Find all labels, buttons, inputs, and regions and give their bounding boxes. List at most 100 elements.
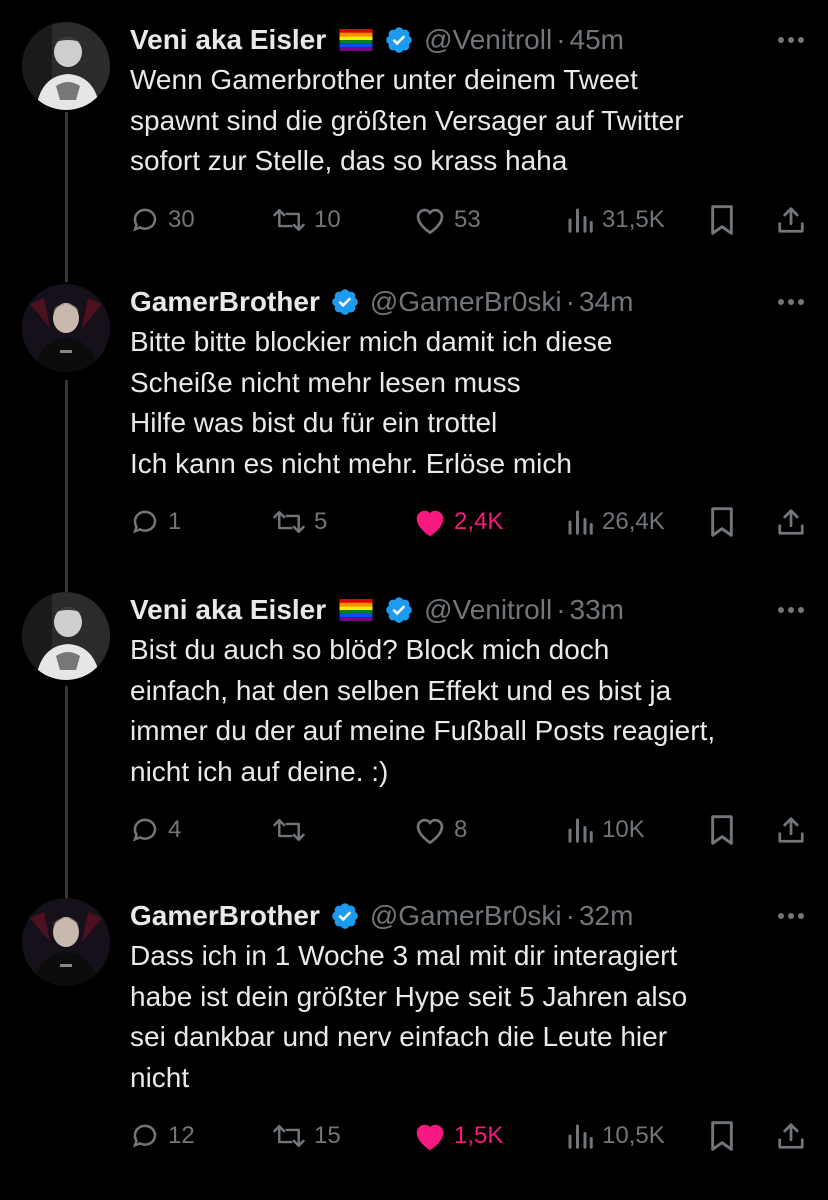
user-handle[interactable]: @Venitroll: [424, 24, 552, 56]
tweet-text-line: sofort zur Stelle, das so krass haha: [130, 145, 568, 176]
more-options-icon[interactable]: [776, 294, 806, 305]
tweet-actions: 1 5 2,4K 26,4K: [130, 504, 810, 540]
tweet[interactable]: GamerBrother @GamerBr0ski · 32m Dass ich in …: [0, 898, 828, 1158]
separator-dot: ·: [565, 900, 575, 931]
like-button[interactable]: 1,5K: [414, 1118, 503, 1154]
display-name[interactable]: GamerBrother: [130, 286, 320, 318]
bookmark-button[interactable]: [708, 202, 736, 238]
share-button[interactable]: [776, 812, 806, 848]
user-handle[interactable]: @Venitroll: [424, 594, 552, 626]
tweet-header: Veni aka Eisler @Venitroll · 45m: [130, 22, 624, 58]
views-button[interactable]: 26,4K: [566, 504, 665, 540]
retweet-icon: [272, 507, 306, 537]
tweet-text-line: nicht: [130, 1061, 190, 1093]
verified-badge-icon[interactable]: [384, 25, 414, 55]
share-icon: [776, 506, 806, 538]
retweet-count: 5: [314, 508, 328, 535]
tweet-header: GamerBrother @GamerBr0ski · 32m: [130, 898, 633, 934]
view-count: 31,5K: [602, 206, 665, 233]
bookmark-button[interactable]: [708, 812, 736, 848]
reply-count: 30: [168, 206, 195, 233]
tweet-text: Bitte bitte blockier mich damit ich dies…: [130, 322, 800, 484]
tweet-actions: 12 15 1,5K 10,5K: [130, 1118, 810, 1154]
reply-icon: [130, 1121, 160, 1151]
bookmark-icon: [708, 814, 736, 846]
tweet-text: Wenn Gamerbrother unter deinem Tweet spaw…: [130, 60, 800, 182]
like-button[interactable]: 53: [414, 202, 481, 238]
like-button[interactable]: 2,4K: [414, 504, 503, 540]
like-button[interactable]: 8: [414, 812, 467, 848]
retweet-button[interactable]: 15: [272, 1118, 341, 1154]
display-name[interactable]: GamerBrother: [130, 900, 320, 932]
more-options-icon[interactable]: [776, 602, 806, 613]
retweet-button[interactable]: [272, 812, 314, 848]
tweet-actions: 30 10 53 31,5K: [130, 202, 810, 238]
timestamp[interactable]: 33m: [570, 594, 624, 626]
avatar[interactable]: [22, 284, 110, 372]
tweet-text-line: Bitte bitte blockier mich damit ich dies…: [130, 326, 613, 357]
display-name[interactable]: Veni aka Eisler: [130, 24, 326, 56]
tweet-text-line: Scheiße nicht mehr lesen muss: [130, 366, 521, 398]
verified-badge-icon[interactable]: [330, 901, 360, 931]
retweet-icon: [272, 205, 306, 235]
tweet-text-line: Hilfe was bist du für ein trottel: [130, 407, 498, 438]
bookmark-button[interactable]: [708, 504, 736, 540]
timestamp[interactable]: 32m: [579, 900, 633, 932]
avatar[interactable]: [22, 898, 110, 986]
heart-icon: [414, 507, 446, 537]
share-icon: [776, 814, 806, 846]
more-options-icon[interactable]: [776, 908, 806, 919]
reply-count: 4: [168, 816, 182, 843]
tweet[interactable]: Veni aka Eisler @Venitroll · 45m Wenn Gamer…: [0, 22, 828, 242]
tweet-header: Veni aka Eisler @Venitroll · 33m: [130, 592, 624, 628]
avatar[interactable]: [22, 22, 110, 110]
reply-button[interactable]: 12: [130, 1118, 195, 1154]
reply-count: 12: [168, 1122, 195, 1149]
reply-button[interactable]: 1: [130, 504, 181, 540]
heart-icon: [414, 1121, 446, 1151]
reply-icon: [130, 507, 160, 537]
share-button[interactable]: [776, 1118, 806, 1154]
heart-icon: [414, 815, 446, 845]
user-handle[interactable]: @GamerBr0ski: [370, 286, 562, 318]
rainbow-flag-icon: [338, 599, 374, 621]
bar-chart-icon: [566, 205, 594, 235]
bar-chart-icon: [566, 507, 594, 537]
like-count: 1,5K: [454, 1122, 504, 1149]
views-button[interactable]: 10,5K: [566, 1118, 665, 1154]
retweet-button[interactable]: 5: [272, 504, 327, 540]
rainbow-flag-icon: [338, 29, 374, 51]
tweet-text-line: einfach, hat den selben Effekt und es bi…: [130, 674, 672, 706]
tweet-text-line: sei dankbar und nerv einfach die Leute h…: [130, 1021, 668, 1052]
reply-button[interactable]: 30: [130, 202, 195, 238]
bookmark-icon: [708, 204, 736, 236]
verified-badge-icon[interactable]: [384, 595, 414, 625]
tweet[interactable]: Veni aka Eisler @Venitroll · 33m Bist du au…: [0, 592, 828, 852]
share-icon: [776, 1120, 806, 1152]
user-handle[interactable]: @GamerBr0ski: [370, 900, 562, 932]
views-button[interactable]: 10K: [566, 812, 645, 848]
tweet-text-line: Ich kann es nicht mehr. Erlöse mich: [130, 447, 572, 479]
retweet-button[interactable]: 10: [272, 202, 341, 238]
reply-icon: [130, 205, 160, 235]
timestamp[interactable]: 45m: [570, 24, 624, 56]
share-button[interactable]: [776, 202, 806, 238]
timestamp[interactable]: 34m: [579, 286, 633, 318]
bookmark-button[interactable]: [708, 1118, 736, 1154]
tweet-text-line: Dass ich in 1 Woche 3 mal mit dir intera…: [130, 940, 678, 971]
retweet-icon: [272, 1121, 306, 1151]
separator-dot: ·: [556, 24, 566, 55]
tweet[interactable]: GamerBrother @GamerBr0ski · 34m Bitte bitte …: [0, 284, 828, 544]
display-name[interactable]: Veni aka Eisler: [130, 594, 326, 626]
share-icon: [776, 204, 806, 236]
tweet-header: GamerBrother @GamerBr0ski · 34m: [130, 284, 633, 320]
reply-button[interactable]: 4: [130, 812, 181, 848]
more-options-icon[interactable]: [776, 32, 806, 43]
avatar[interactable]: [22, 592, 110, 680]
verified-badge-icon[interactable]: [330, 287, 360, 317]
like-count: 8: [454, 816, 468, 843]
views-button[interactable]: 31,5K: [566, 202, 665, 238]
view-count: 10,5K: [602, 1122, 665, 1149]
retweet-icon: [272, 815, 306, 845]
share-button[interactable]: [776, 504, 806, 540]
